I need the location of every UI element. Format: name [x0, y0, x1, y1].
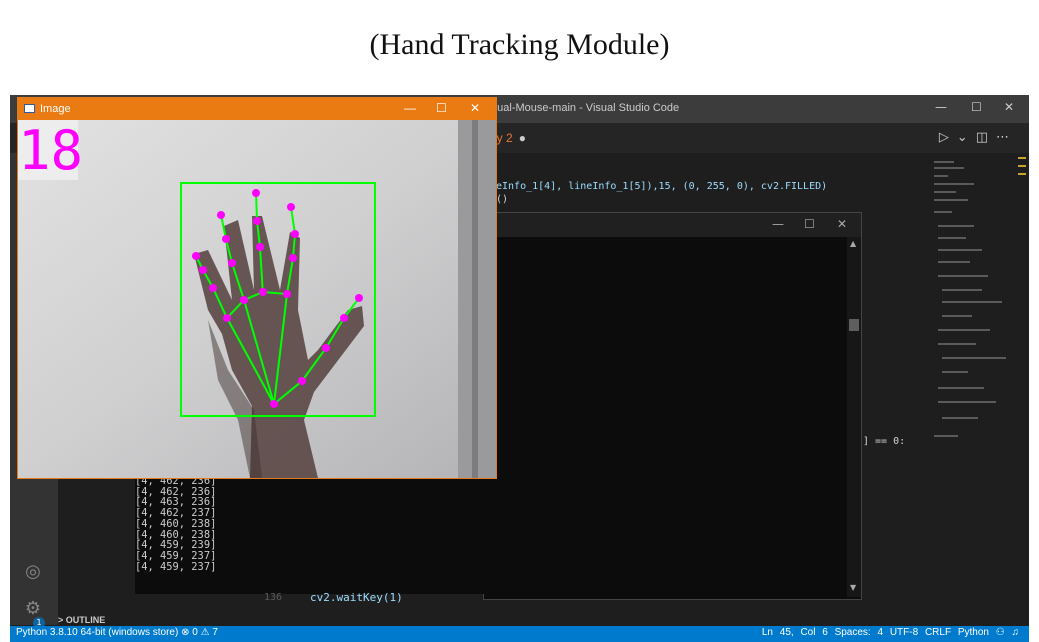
landmark-point: [253, 217, 261, 225]
terminal-scrollbar[interactable]: ▲ ▼: [847, 237, 861, 597]
maximize-icon[interactable]: ☐: [971, 100, 982, 114]
scroll-marker: [1018, 165, 1026, 167]
page-caption: (Hand Tracking Module): [369, 28, 670, 61]
image-window-title: Image: [40, 103, 71, 115]
landmark-point: [298, 377, 306, 385]
landmark-point: [287, 203, 295, 211]
status-bar: Python 3.8.10 64-bit (windows store) ⊗ 0…: [10, 626, 1029, 642]
maximize-icon[interactable]: ☐: [436, 101, 447, 115]
status-position[interactable]: Ln 45, Col 6 Spaces: 4 UTF-8 CRLF Python…: [762, 627, 1019, 638]
line-number: 136: [264, 592, 283, 603]
landmark-point: [222, 235, 230, 243]
account-icon[interactable]: ◎: [22, 561, 44, 583]
close-icon[interactable]: ✕: [470, 101, 480, 115]
scroll-up-icon[interactable]: ▲: [850, 239, 856, 248]
terminal-titlebar: — ☐ ✕: [484, 213, 861, 237]
split-editor-icon[interactable]: ◫: [976, 130, 996, 145]
chevron-right-icon: >: [58, 615, 64, 625]
landmark-point: [209, 284, 217, 292]
landmark-point: [270, 400, 278, 408]
code-line[interactable]: cv2.waitKey(1): [310, 591, 403, 604]
code-line[interactable]: (): [496, 194, 508, 205]
landmark-point: [252, 189, 260, 197]
landmark-point: [199, 266, 207, 274]
minimize-icon[interactable]: —: [404, 101, 416, 115]
landmark-point: [340, 314, 348, 322]
scroll-down-icon[interactable]: ▼: [850, 583, 856, 592]
status-interpreter[interactable]: Python 3.8.10 64-bit (windows store) ⊗ 0…: [16, 627, 218, 638]
landmark-point: [217, 211, 225, 219]
minimize-icon[interactable]: —: [772, 217, 784, 231]
landmark-point: [355, 294, 363, 302]
camera-feed: [18, 120, 496, 478]
landmark-point: [256, 243, 264, 251]
landmark-point: [283, 290, 291, 298]
landmark-point: [289, 254, 297, 262]
feedback-icon: ⚇: [995, 627, 1005, 638]
editor-actions: ▷⌄◫⋯: [939, 130, 1017, 145]
close-icon[interactable]: ✕: [1004, 100, 1014, 114]
minimize-icon[interactable]: —: [935, 100, 947, 114]
scroll-marker: [1018, 173, 1026, 175]
terminal-window: — ☐ ✕ ▲ ▼: [483, 212, 862, 600]
run-icon[interactable]: ▷⌄: [939, 130, 976, 145]
landmark-coords-output: [4, 462, 236] [4, 462, 236] [4, 463, 236][…: [135, 476, 216, 572]
maximize-icon[interactable]: ☐: [804, 217, 815, 231]
window-frame-edge: [472, 120, 478, 478]
code-line[interactable]: ] == 0:: [863, 436, 905, 447]
image-window-titlebar: Image — ☐ ✕: [18, 98, 496, 120]
scroll-marker: [1018, 157, 1026, 159]
coord-line: [4, 459, 237]: [135, 560, 217, 573]
app-icon: [24, 104, 35, 113]
outline-label: OUTLINE: [65, 615, 106, 625]
image-window: Image — ☐ ✕: [17, 97, 497, 479]
landmark-point: [192, 252, 200, 260]
fps-counter: 18: [18, 119, 84, 182]
editor-scrollbar[interactable]: [1015, 153, 1029, 625]
landmark-point: [223, 314, 231, 322]
more-icon[interactable]: ⋯: [996, 130, 1017, 145]
coord-line: [4, 460, 238]: [135, 517, 217, 530]
bell-icon: ♫: [1011, 627, 1020, 638]
landmark-point: [228, 259, 236, 267]
terminal-scroll-thumb[interactable]: [849, 319, 859, 331]
landmark-point: [240, 296, 248, 304]
landmark-point: [291, 230, 299, 238]
vscode-window-title: irtual-Mouse-main - Visual Studio Code: [488, 102, 680, 114]
landmark-point: [322, 344, 330, 352]
landmark-point: [259, 288, 267, 296]
code-line[interactable]: eInfo_1[4], lineInfo_1[5]),15, (0, 255, …: [496, 181, 827, 192]
close-icon[interactable]: ✕: [837, 217, 847, 231]
minimap[interactable]: [928, 155, 1008, 455]
unsaved-dot-icon: ●: [518, 131, 526, 145]
